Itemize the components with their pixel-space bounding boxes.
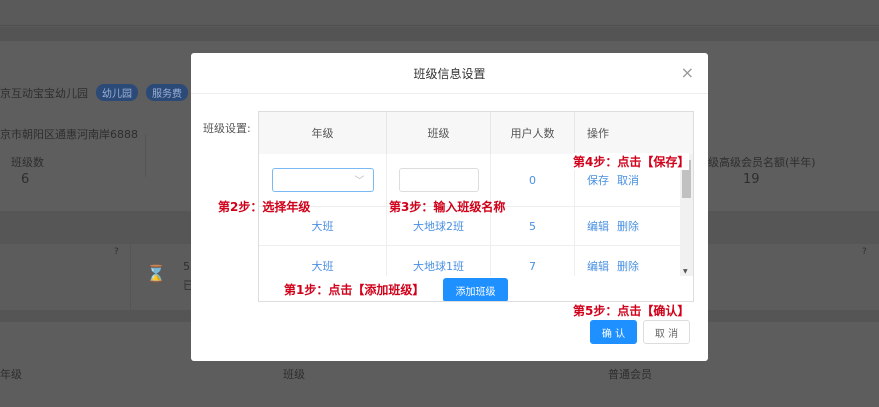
confirm-button[interactable]: 确 认 xyxy=(590,320,637,344)
col-header: 班级 xyxy=(283,368,305,381)
school-name: 京互动宝宝幼儿园 xyxy=(0,86,88,100)
col-header: 年级 xyxy=(0,368,22,381)
header-grade: 年级 xyxy=(259,112,387,154)
dialog-title: 班级信息设置 xyxy=(413,67,486,81)
step3-annotation: 第3步：输入班级名称 xyxy=(389,200,506,214)
stat-label: 级高级会员名额(半年) xyxy=(708,156,816,169)
chevron-down-icon: ﹀ xyxy=(354,176,365,187)
scrollbar[interactable]: ▼ xyxy=(680,154,693,276)
cancel-link[interactable]: 取消 xyxy=(617,172,639,188)
class-name-input[interactable] xyxy=(398,168,479,192)
tag: 幼儿园 xyxy=(96,84,138,101)
card-value: 5 xyxy=(183,260,190,273)
top-bar xyxy=(0,0,879,26)
tag: 服务费 xyxy=(146,84,188,101)
edit-link[interactable]: 编辑 xyxy=(587,258,609,274)
header-users: 用户人数 xyxy=(491,112,575,154)
delete-link[interactable]: 删除 xyxy=(617,218,639,234)
help-icon[interactable]: ? xyxy=(862,247,867,257)
stat-value: 6 xyxy=(21,172,30,187)
scroll-down-icon[interactable]: ▼ xyxy=(683,268,688,275)
col-header: 普通会员 xyxy=(608,368,652,381)
close-icon[interactable]: × xyxy=(681,63,694,82)
field-label: 班级设置: xyxy=(203,122,251,135)
stat-value: 19 xyxy=(743,172,760,187)
cancel-button[interactable]: 取 消 xyxy=(643,320,690,344)
add-class-button[interactable]: 添加班级 xyxy=(443,278,508,301)
step4-annotation: 第4步：点击【保存】 xyxy=(573,153,690,170)
save-link[interactable]: 保存 xyxy=(587,172,609,188)
address: 京市朝阳区通惠河南岸6888 xyxy=(0,128,138,141)
header-actions: 操作 xyxy=(575,112,693,154)
help-icon[interactable]: ? xyxy=(114,247,119,257)
class-settings-dialog: 班级信息设置 × 班级设置: 年级 班级 用户人数 操作 ﹀ 0 保存 取消 大班… xyxy=(191,53,708,361)
header-class: 班级 xyxy=(387,112,491,154)
step5-annotation: 第5步：点击【确认】 xyxy=(573,304,690,318)
stat-label: 班级数 xyxy=(11,156,44,169)
nav-strip xyxy=(0,27,879,41)
grade-select[interactable]: ﹀ xyxy=(271,168,374,192)
delete-link[interactable]: 删除 xyxy=(617,258,639,274)
step1-annotation: 第1步：点击【添加班级】 xyxy=(284,283,425,297)
hourglass-icon: ⌛ xyxy=(146,264,166,283)
step2-annotation: 第2步：选择年级 xyxy=(218,200,311,214)
edit-link[interactable]: 编辑 xyxy=(587,218,609,234)
